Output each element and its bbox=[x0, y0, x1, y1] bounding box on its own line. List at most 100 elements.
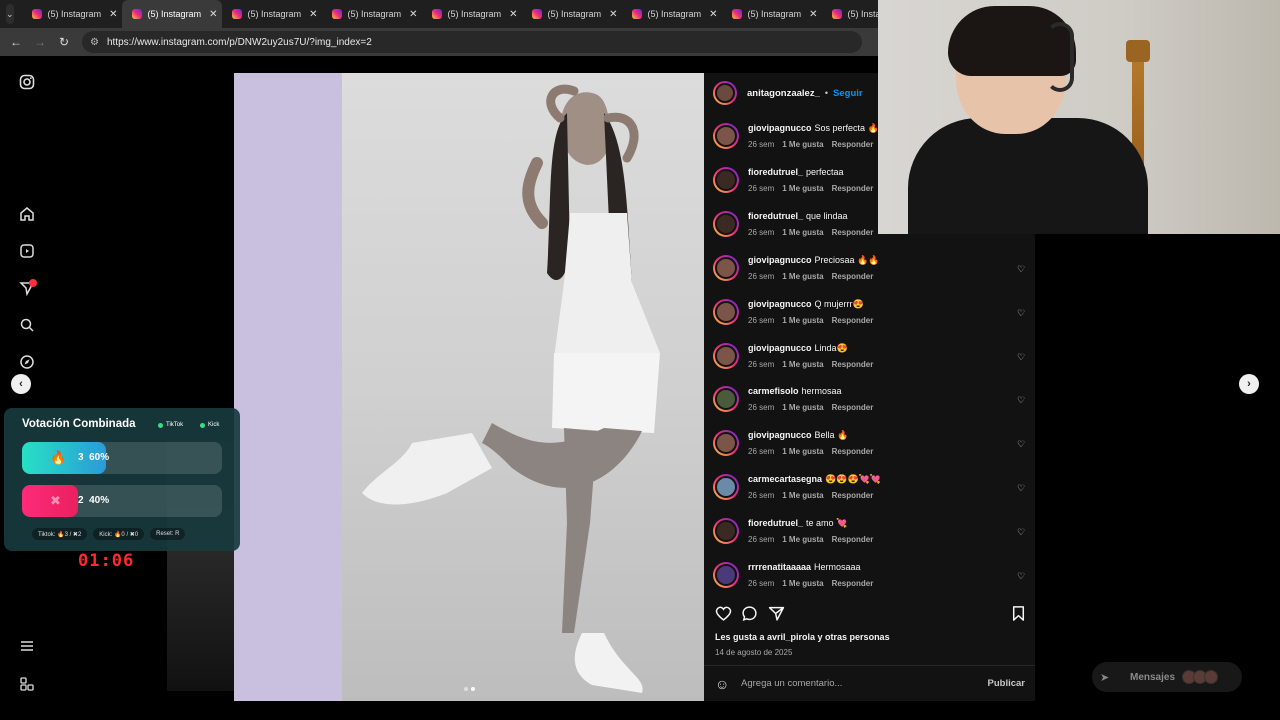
comment-like-icon[interactable]: ♡ bbox=[1017, 439, 1025, 450]
commenter-avatar[interactable] bbox=[713, 342, 739, 369]
back-button[interactable]: ← bbox=[4, 35, 28, 49]
browser-tab[interactable]: (5) Instagram ✕ bbox=[722, 0, 822, 28]
tab-close-icon[interactable]: ✕ bbox=[509, 9, 517, 20]
reply-button[interactable]: Responder bbox=[832, 491, 874, 500]
commenter-username[interactable]: giovipagnucco bbox=[748, 430, 812, 440]
reply-button[interactable]: Responder bbox=[832, 272, 874, 281]
post-date[interactable]: 14 de agosto de 2025 bbox=[715, 648, 792, 657]
follow-button[interactable]: Seguir bbox=[833, 88, 863, 99]
browser-tab[interactable]: (5) Instagram ✕ bbox=[522, 0, 622, 28]
reply-button[interactable]: Responder bbox=[832, 140, 874, 149]
commenter-avatar[interactable] bbox=[713, 298, 739, 325]
comment-likes[interactable]: 1 Me gusta bbox=[782, 535, 823, 544]
tab-close-icon[interactable]: ✕ bbox=[809, 9, 817, 20]
like-icon[interactable] bbox=[713, 603, 733, 623]
comment-icon[interactable] bbox=[739, 603, 759, 623]
commenter-avatar[interactable] bbox=[713, 166, 739, 193]
commenter-avatar[interactable] bbox=[713, 386, 739, 413]
comment-like-icon[interactable]: ♡ bbox=[1017, 527, 1025, 538]
browser-tab[interactable]: (5) Instagram ✕ bbox=[22, 0, 122, 28]
reply-button[interactable]: Responder bbox=[832, 228, 874, 237]
reply-button[interactable]: Responder bbox=[832, 316, 874, 325]
commenter-username[interactable]: fioredutruel_ bbox=[748, 211, 803, 221]
tab-close-icon[interactable]: ✕ bbox=[109, 9, 117, 20]
browser-tab[interactable]: (5) Instagram ✕ bbox=[322, 0, 422, 28]
comment-time[interactable]: 26 sem bbox=[748, 447, 774, 456]
commenter-avatar[interactable] bbox=[713, 474, 739, 501]
comment-time[interactable]: 26 sem bbox=[748, 491, 774, 500]
author-avatar[interactable] bbox=[713, 81, 737, 105]
browser-tab[interactable]: (5) Instagram ✕ bbox=[121, 0, 222, 28]
commenter-username[interactable]: carmefisolo bbox=[748, 386, 799, 396]
tab-close-icon[interactable]: ✕ bbox=[609, 9, 617, 20]
comment-time[interactable]: 26 sem bbox=[748, 535, 774, 544]
comment-likes[interactable]: 1 Me gusta bbox=[782, 272, 823, 281]
browser-tab[interactable]: (5) Instagram ✕ bbox=[222, 0, 322, 28]
comment-time[interactable]: 26 sem bbox=[748, 272, 774, 281]
emoji-picker-icon[interactable]: ☺ bbox=[715, 676, 733, 692]
commenter-username[interactable]: rrrrenatitaaaaa bbox=[748, 562, 811, 572]
reply-button[interactable]: Responder bbox=[832, 535, 874, 544]
tab-close-icon[interactable]: ✕ bbox=[709, 9, 717, 20]
publish-button[interactable]: Publicar bbox=[988, 678, 1026, 689]
post-photo[interactable] bbox=[234, 73, 704, 701]
tab-close-icon[interactable]: ✕ bbox=[409, 9, 417, 20]
comment-input[interactable] bbox=[741, 678, 961, 689]
comment-like-icon[interactable]: ♡ bbox=[1017, 264, 1025, 275]
save-bookmark-icon[interactable] bbox=[1008, 603, 1028, 623]
comment-time[interactable]: 26 sem bbox=[748, 184, 774, 193]
commenter-username[interactable]: fioredutruel_ bbox=[748, 518, 803, 528]
comment-like-icon[interactable]: ♡ bbox=[1017, 308, 1025, 319]
tab-close-icon[interactable]: ✕ bbox=[309, 9, 317, 20]
comment-likes[interactable]: 1 Me gusta bbox=[782, 228, 823, 237]
reload-button[interactable]: ↻ bbox=[52, 35, 76, 49]
likes-summary[interactable]: Les gusta a avril_pirola y otras persona… bbox=[715, 632, 890, 642]
commenter-avatar[interactable] bbox=[713, 430, 739, 457]
comment-like-icon[interactable]: ♡ bbox=[1017, 352, 1025, 363]
messages-button[interactable]: ➤ Mensajes bbox=[1092, 662, 1242, 692]
commenter-avatar[interactable] bbox=[713, 562, 739, 588]
site-info-icon[interactable]: ⚙ bbox=[90, 37, 99, 48]
comment-likes[interactable]: 1 Me gusta bbox=[782, 360, 823, 369]
author-username[interactable]: anitagonzaalez_ bbox=[747, 88, 820, 99]
comment-time[interactable]: 26 sem bbox=[748, 316, 774, 325]
comment-likes[interactable]: 1 Me gusta bbox=[782, 403, 823, 412]
reply-button[interactable]: Responder bbox=[832, 403, 874, 412]
tab-search-button[interactable]: ⌄ bbox=[6, 4, 14, 24]
reply-button[interactable]: Responder bbox=[832, 184, 874, 193]
commenter-username[interactable]: giovipagnucco bbox=[748, 343, 812, 353]
commenter-username[interactable]: giovipagnucco bbox=[748, 123, 812, 133]
commenter-username[interactable]: giovipagnucco bbox=[748, 255, 812, 265]
reply-button[interactable]: Responder bbox=[832, 579, 874, 588]
comment-likes[interactable]: 1 Me gusta bbox=[782, 579, 823, 588]
comment-time[interactable]: 26 sem bbox=[748, 403, 774, 412]
comment-time[interactable]: 26 sem bbox=[748, 140, 774, 149]
previous-post-arrow[interactable]: ‹ bbox=[11, 374, 31, 394]
comment-time[interactable]: 26 sem bbox=[748, 579, 774, 588]
menu-icon[interactable] bbox=[17, 636, 37, 656]
comment-time[interactable]: 26 sem bbox=[748, 360, 774, 369]
commenter-avatar[interactable] bbox=[713, 254, 739, 281]
next-post-arrow[interactable]: › bbox=[1239, 374, 1259, 394]
comment-likes[interactable]: 1 Me gusta bbox=[782, 316, 823, 325]
commenter-username[interactable]: carmecartasegna bbox=[748, 474, 822, 484]
commenter-username[interactable]: giovipagnucco bbox=[748, 299, 812, 309]
explore-icon[interactable] bbox=[17, 352, 37, 372]
browser-tab[interactable]: (5) Instagram ✕ bbox=[422, 0, 522, 28]
more-apps-icon[interactable] bbox=[17, 674, 37, 694]
comment-likes[interactable]: 1 Me gusta bbox=[782, 140, 823, 149]
reply-button[interactable]: Responder bbox=[832, 360, 874, 369]
commenter-avatar[interactable] bbox=[713, 210, 739, 237]
share-icon[interactable] bbox=[766, 603, 786, 623]
comment-like-icon[interactable]: ♡ bbox=[1017, 571, 1025, 582]
comment-likes[interactable]: 1 Me gusta bbox=[782, 184, 823, 193]
comment-like-icon[interactable]: ♡ bbox=[1017, 483, 1025, 494]
reply-button[interactable]: Responder bbox=[832, 447, 874, 456]
tab-close-icon[interactable]: ✕ bbox=[209, 9, 217, 20]
address-bar[interactable]: ⚙ https://www.instagram.com/p/DNW2uy2us7… bbox=[82, 31, 862, 53]
browser-tab[interactable]: (5) Instagram ✕ bbox=[622, 0, 722, 28]
home-icon[interactable] bbox=[17, 204, 37, 224]
commenter-username[interactable]: fioredutruel_ bbox=[748, 167, 803, 177]
commenter-avatar[interactable] bbox=[713, 123, 739, 149]
comment-likes[interactable]: 1 Me gusta bbox=[782, 491, 823, 500]
